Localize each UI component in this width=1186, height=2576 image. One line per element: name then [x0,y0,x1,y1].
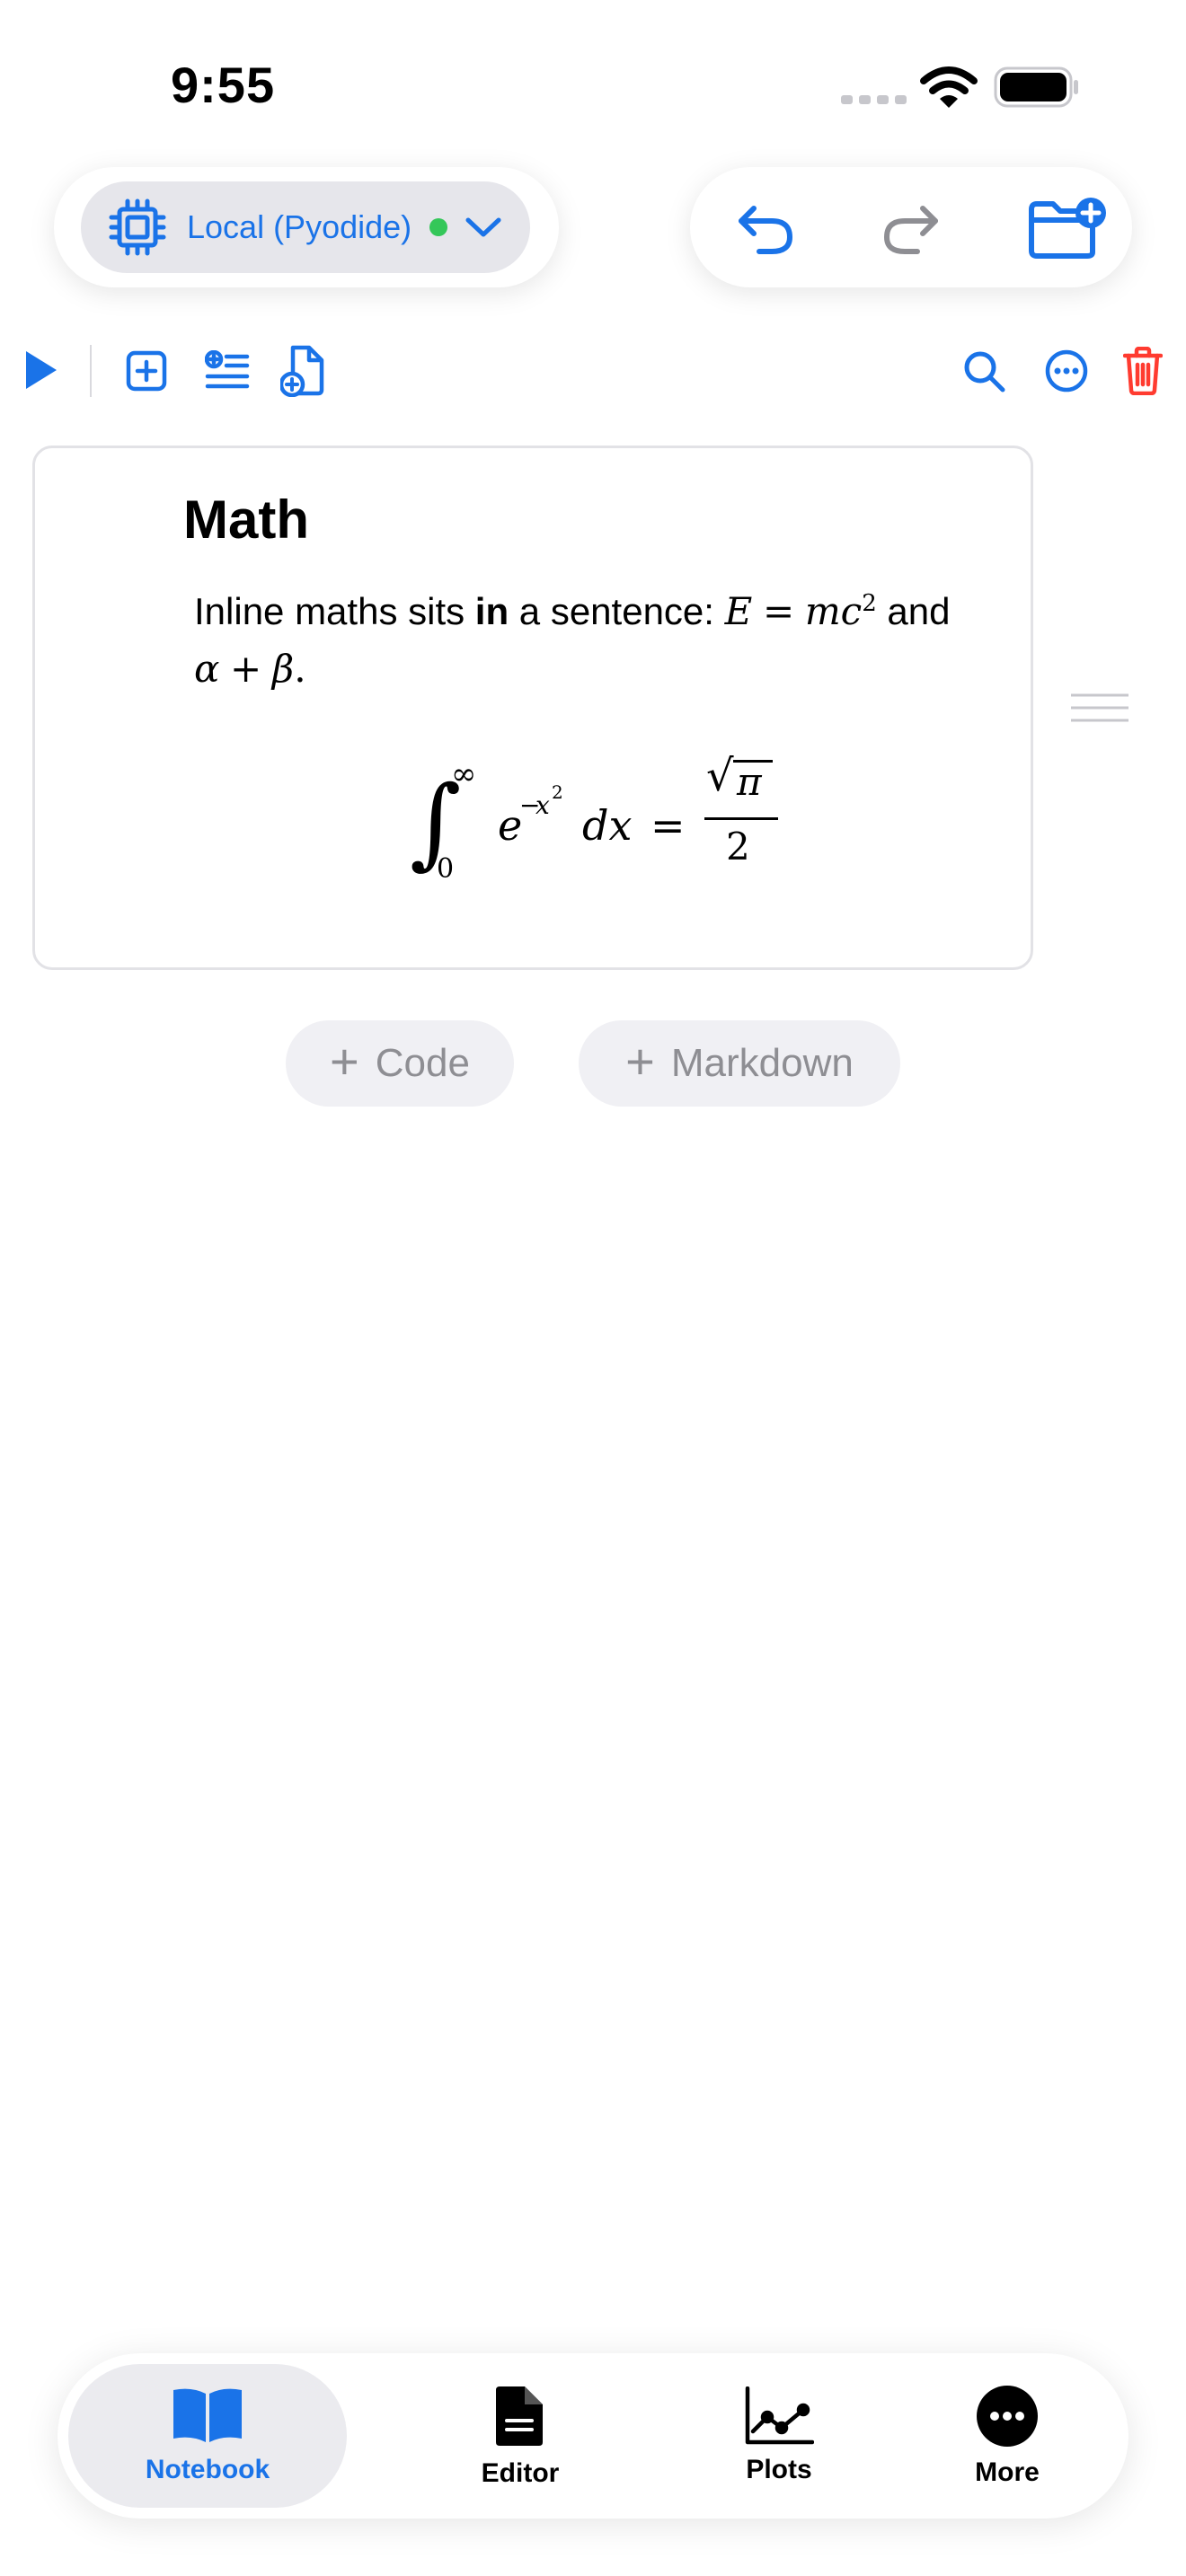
cpu-chip-icon [108,198,167,257]
plus-icon: + [330,1033,359,1090]
formula-dx: dx [582,801,633,850]
wifi-icon [920,65,978,114]
document-icon [496,2386,543,2446]
tab-notebook[interactable]: Notebook [68,2364,347,2508]
integral-upper: ∞ [451,756,477,792]
tab-editor[interactable]: Editor [381,2353,659,2519]
fraction-bar [704,817,778,820]
math-mc: mc [804,589,863,633]
more-circle-icon [1045,349,1088,393]
undo-icon [739,206,792,254]
insert-list-icon [204,349,250,389]
math-period: . [294,647,306,691]
chevron-down-icon [465,216,501,238]
add-cell-icon [126,350,167,392]
undo-button[interactable] [722,185,809,271]
run-icon [26,351,57,389]
tab-label-editor: Editor [481,2458,560,2488]
more-options-button[interactable] [1044,348,1089,398]
toolbar-divider [90,345,92,397]
math-alpha: α [194,647,220,691]
integral-lower: 0 [437,853,455,885]
add-code-cell-button[interactable]: + Code [286,1020,514,1107]
formula-equals: = [651,801,686,850]
book-icon [173,2388,242,2442]
kernel-status-dot [429,218,448,236]
redo-icon [884,206,938,254]
delete-button[interactable] [1122,346,1164,400]
new-document-icon [279,345,324,398]
math-beta: β [271,647,295,691]
insert-list-button[interactable] [204,349,250,396]
drag-handle-icon[interactable] [1069,692,1130,728]
line-chart-icon [745,2386,814,2445]
add-markdown-label: Markdown [670,1041,854,1085]
search-button[interactable] [963,350,1006,398]
new-document-button[interactable] [279,345,327,401]
math-plus: + [230,647,262,691]
cell-heading: Math [183,490,309,550]
text-prefix: Inline maths sits [194,590,475,632]
formula-exp-x: x [535,790,550,820]
tab-more[interactable]: More [895,2353,1120,2519]
trash-icon [1122,346,1164,396]
text-bold: in [474,590,509,632]
cell-paragraph: Inline maths sits in a sentence: E = mc2… [194,575,1021,698]
search-icon [964,351,1005,393]
text-and: and [876,590,951,632]
tab-label-notebook: Notebook [145,2455,270,2484]
run-button[interactable] [23,348,59,396]
tab-bar: Notebook Editor Plots More [58,2353,1128,2519]
tab-plots[interactable]: Plots [640,2353,918,2519]
add-markdown-cell-button[interactable]: + Markdown [579,1020,900,1107]
text-mid: a sentence: [509,590,725,632]
ellipsis-circle-icon [977,2386,1038,2447]
math-e: E [724,589,753,633]
actions-card [690,167,1132,287]
formula-root: √ [706,751,734,801]
plus-icon: + [625,1033,655,1090]
math-square: 2 [862,590,877,617]
tab-label-plots: Plots [746,2455,812,2484]
folder-add-icon [1029,198,1106,259]
kernel-label: Local (Pyodide) [187,208,412,245]
formula-exp-square: 2 [552,781,563,803]
math-equals: = [762,589,795,633]
kernel-selector[interactable]: Local (Pyodide) [81,181,530,273]
tab-label-more: More [975,2457,1040,2487]
formula-pi: π [737,760,762,804]
redo-button[interactable] [868,185,954,271]
display-formula: ∫ ∞ 0 e − x 2 dx = √ π 2 [395,751,791,898]
add-code-label: Code [375,1041,470,1085]
formula-denominator: 2 [726,825,750,869]
new-folder-button[interactable] [1022,183,1112,273]
kernel-card: Local (Pyodide) [54,167,559,287]
status-time: 9:55 [171,57,276,113]
battery-icon [994,66,1080,112]
add-cell-button[interactable] [126,350,167,396]
cellular-signal-icon [841,92,907,110]
